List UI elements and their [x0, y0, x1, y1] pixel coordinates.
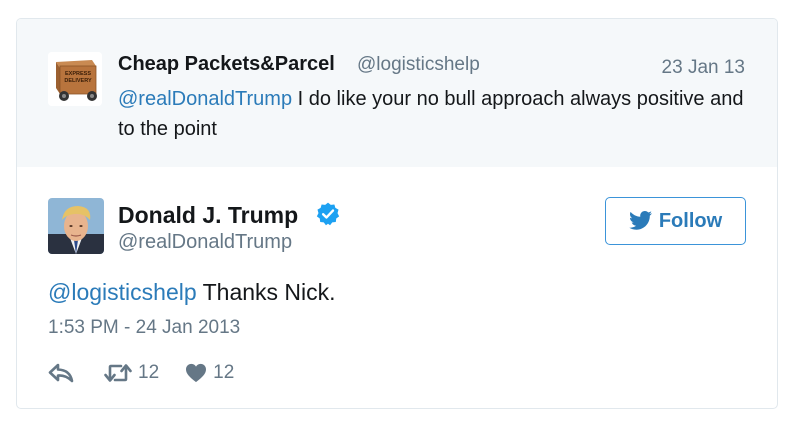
tweet-timestamp[interactable]: 1:53 PM - 24 Jan 2013 — [48, 317, 240, 339]
parent-author-handle[interactable]: @logisticshelp — [357, 54, 480, 76]
parent-author-name[interactable]: Cheap Packets&Parcel — [118, 53, 335, 76]
like-count: 12 — [213, 362, 235, 383]
tweet-embed-card: EXPRESS DELIVERY Cheap Packets&Parcel @l… — [16, 18, 778, 409]
author-photo — [48, 198, 104, 254]
verified-badge-icon — [316, 202, 340, 226]
svg-text:DELIVERY: DELIVERY — [64, 78, 92, 84]
follow-button[interactable]: Follow — [605, 197, 746, 245]
parent-date[interactable]: 23 Jan 13 — [662, 57, 745, 79]
svg-text:EXPRESS: EXPRESS — [65, 71, 91, 77]
express-delivery-box-icon: EXPRESS DELIVERY — [48, 52, 102, 106]
tweet-text: @logisticshelp Thanks Nick. — [48, 279, 336, 306]
retweet-button[interactable]: 12 — [104, 362, 159, 384]
tweet-body: Thanks Nick. — [196, 279, 336, 305]
parent-tweet[interactable]: EXPRESS DELIVERY Cheap Packets&Parcel @l… — [17, 19, 777, 167]
reply-button[interactable] — [48, 362, 74, 384]
retweet-count: 12 — [138, 362, 160, 383]
mention-link[interactable]: @logisticshelp — [48, 279, 197, 305]
like-button[interactable]: 12 — [185, 362, 234, 384]
parent-avatar[interactable]: EXPRESS DELIVERY — [48, 52, 102, 106]
author-name[interactable]: Donald J. Trump — [118, 202, 298, 229]
follow-label: Follow — [658, 209, 723, 232]
heart-icon — [186, 363, 207, 383]
author-avatar[interactable] — [48, 198, 104, 254]
parent-tweet-text: @realDonaldTrump I do like your no bull … — [118, 84, 758, 144]
reply-icon — [48, 363, 74, 383]
retweet-icon — [104, 364, 132, 382]
twitter-bird-icon — [629, 211, 652, 230]
author-handle[interactable]: @realDonaldTrump — [118, 231, 292, 254]
parent-mention-link[interactable]: @realDonaldTrump — [118, 88, 292, 110]
tweet-actions: 12 12 — [48, 359, 234, 387]
